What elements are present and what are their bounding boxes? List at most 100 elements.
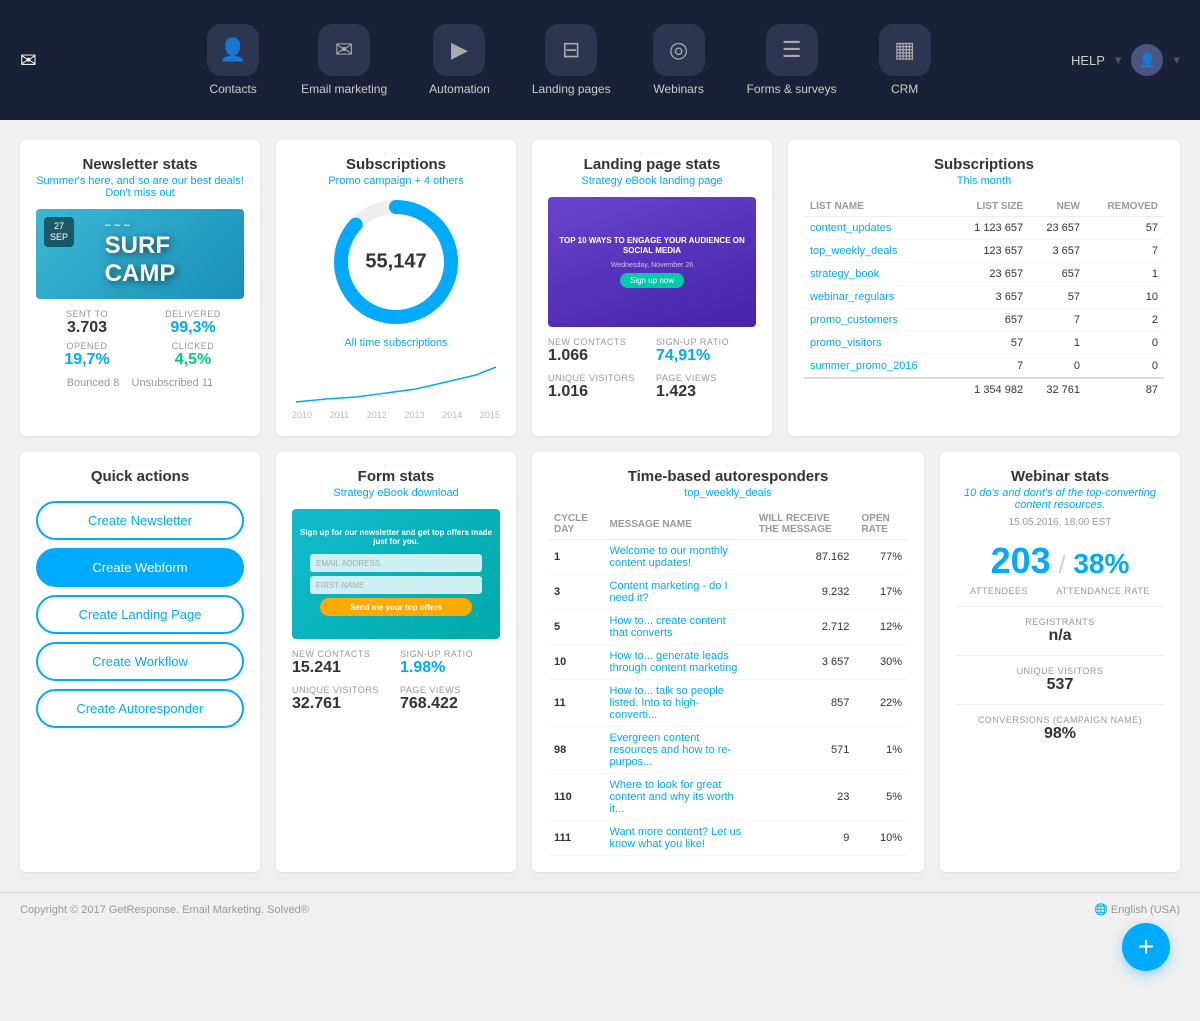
- table-row: promo_visitors 57 1 0: [804, 332, 1164, 355]
- footer: Copyright © 2017 GetResponse. Email Mark…: [0, 892, 1200, 926]
- quick-actions-card: · · · Quick actions Create Newsletter Cr…: [20, 452, 260, 872]
- table-row: content_updates 1 123 657 23 657 57: [804, 217, 1164, 240]
- sidebar-item-automation[interactable]: ▶ Automation: [413, 14, 506, 106]
- form-stats-grid: NEW CONTACTS 15.241 SIGN-UP RATIO 1.98% …: [292, 649, 500, 713]
- create-landing-page-button[interactable]: Create Landing Page: [36, 595, 244, 634]
- col-open-rate: OPEN RATE: [855, 509, 908, 540]
- email-field-mock: EMAIL ADDRESS: [310, 554, 482, 572]
- form-submit-mock: Send me your top offers: [320, 598, 472, 616]
- avatar[interactable]: 👤: [1131, 44, 1163, 76]
- help-link[interactable]: HELP: [1071, 53, 1105, 68]
- form-signup-ratio-block: SIGN-UP RATIO 1.98%: [400, 649, 500, 677]
- form-new-contacts-value: 15.241: [292, 659, 392, 677]
- sidebar-item-landing-pages[interactable]: ⊟ Landing pages: [516, 14, 627, 106]
- landing-preview-image: TOP 10 WAYS TO ENGAGE YOUR AUDIENCE ON S…: [548, 197, 756, 327]
- drag-handle-4: · · ·: [971, 148, 997, 159]
- table-row: promo_customers 657 7 2: [804, 309, 1164, 332]
- form-unique-visitors-label: UNIQUE VISITORS: [292, 685, 392, 695]
- col-message: MESSAGE NAME: [604, 509, 753, 540]
- col-list-size: LIST SIZE: [953, 197, 1029, 217]
- bottom-row-grid: · · · Quick actions Create Newsletter Cr…: [20, 452, 1180, 872]
- opened-label: OPENED: [36, 341, 138, 351]
- table-row: top_weekly_deals 123 657 3 657 7: [804, 240, 1164, 263]
- attendance-rate-value: 38%: [1073, 548, 1129, 580]
- opened-block: OPENED 19,7%: [36, 341, 138, 369]
- col-new: NEW: [1029, 197, 1086, 217]
- clicked-block: CLICKED 4,5%: [142, 341, 244, 369]
- list-item: 1 Welcome to our monthly content updates…: [548, 540, 908, 575]
- delivered-label: DELIVERED: [142, 309, 244, 319]
- sidebar-item-forms[interactable]: ☰ Forms & surveys: [731, 14, 853, 106]
- col-will-receive: WILL RECEIVE THE MESSAGE: [753, 509, 855, 540]
- form-signup-ratio-value: 1.98%: [400, 659, 500, 677]
- language-selector[interactable]: 🌐 English (USA): [1094, 903, 1180, 916]
- conversions-row: CONVERSIONS (CAMPAIGN NAME) 98%: [956, 715, 1164, 743]
- total-label: [804, 378, 953, 401]
- list-item: 3 Content marketing - do I need it? 9.23…: [548, 575, 908, 610]
- newsletter-footer: Bounced 8 Unsubscribed 11: [36, 377, 244, 389]
- form-page-views-label: PAGE VIEWS: [400, 685, 500, 695]
- webinar-unique-visitors-label: UNIQUE VISITORS: [956, 666, 1164, 676]
- name-field-mock: FIRST NAME: [310, 576, 482, 594]
- sub-table-subtitle: This month: [804, 175, 1164, 187]
- main-content: · · · Newsletter stats Summer's here, an…: [0, 120, 1200, 892]
- newsletter-subtitle: Summer's here, and so are our best deals…: [36, 175, 244, 199]
- drag-handle-8: · · ·: [1047, 460, 1073, 471]
- landing-stats-grid: NEW CONTACTS 1.066 SIGN-UP RATIO 74,91% …: [548, 337, 756, 401]
- create-newsletter-button[interactable]: Create Newsletter: [36, 501, 244, 540]
- page-views-value: 1.423: [656, 383, 756, 401]
- sidebar-item-email-marketing[interactable]: ✉ Email marketing: [285, 14, 403, 106]
- sidebar-item-contacts[interactable]: 👤 Contacts: [191, 14, 275, 106]
- webinars-icon: ◎: [653, 24, 705, 76]
- automation-icon: ▶: [433, 24, 485, 76]
- logo[interactable]: ✉: [20, 48, 37, 73]
- drag-handle-6: · · ·: [383, 460, 409, 471]
- col-list-name: LIST NAME: [804, 197, 953, 217]
- signup-ratio-block: SIGN-UP RATIO 74,91%: [656, 337, 756, 365]
- clicked-label: CLICKED: [142, 341, 244, 351]
- page-views-block: PAGE VIEWS 1.423: [656, 373, 756, 401]
- webinar-main-stats: 203 / 38%: [956, 540, 1164, 582]
- subscriptions-table: LIST NAME LIST SIZE NEW REMOVED content_…: [804, 197, 1164, 401]
- total-size: 1 354 982: [953, 378, 1029, 401]
- fab-button[interactable]: +: [1122, 923, 1170, 971]
- delivered-value: 99,3%: [142, 319, 244, 337]
- nav-label-contacts: Contacts: [209, 82, 256, 96]
- contacts-icon: 👤: [207, 24, 259, 76]
- list-item: 111 Want more content? Let us know what …: [548, 821, 908, 856]
- forms-icon: ☰: [766, 24, 818, 76]
- donut-value: 55,147: [365, 251, 426, 274]
- signup-ratio-label: SIGN-UP RATIO: [656, 337, 756, 347]
- create-webform-button[interactable]: Create Webform: [36, 548, 244, 587]
- attendees-value: 203: [991, 540, 1051, 582]
- webinar-stats-card: · · · Webinar stats 10 do's and dont's o…: [940, 452, 1180, 872]
- webinar-date: 15.05.2016, 18:00 EST: [956, 517, 1164, 528]
- sparkline-labels: 201020112012201320142015: [292, 410, 500, 420]
- list-item: 10 How to... generate leads through cont…: [548, 645, 908, 680]
- date-month: SEP: [50, 232, 68, 243]
- drag-handle-7: · · ·: [715, 460, 741, 471]
- signup-button-mock: Sign up now: [620, 273, 684, 288]
- unique-visitors-label: UNIQUE VISITORS: [548, 373, 648, 383]
- table-row: webinar_regulars 3 657 57 10: [804, 286, 1164, 309]
- attendees-label: ATTENDEES: [970, 586, 1028, 596]
- list-item: 11 How to... talk so people listed. Into…: [548, 680, 908, 727]
- autoresponder-subtitle: top_weekly_deals: [548, 487, 908, 499]
- landing-icon: ⊟: [545, 24, 597, 76]
- create-autoresponder-button[interactable]: Create Autoresponder: [36, 689, 244, 728]
- sidebar-item-crm[interactable]: ▦ CRM: [863, 14, 947, 106]
- create-workflow-button[interactable]: Create Workflow: [36, 642, 244, 681]
- total-new: 32 761: [1029, 378, 1086, 401]
- col-cycle: CYCLE DAY: [548, 509, 604, 540]
- sidebar-item-webinars[interactable]: ◎ Webinars: [637, 14, 721, 106]
- subscriptions-subtitle: Promo campaign + 4 others: [292, 175, 500, 187]
- registrants-value: n/a: [956, 627, 1164, 645]
- attendance-rate-label: ATTENDANCE RATE: [1056, 586, 1150, 596]
- subscriptions-donut-card: · · · Subscriptions Promo campaign + 4 o…: [276, 140, 516, 436]
- donut-wrap: 55,147: [331, 197, 461, 327]
- form-unique-visitors-block: UNIQUE VISITORS 32.761: [292, 685, 392, 713]
- bounced-text: Bounced 8 Unsubscribed 11: [67, 377, 214, 389]
- nav-label-webinars: Webinars: [653, 82, 703, 96]
- list-item: 98 Evergreen content resources and how t…: [548, 727, 908, 774]
- sent-to-label: SENT TO: [36, 309, 138, 319]
